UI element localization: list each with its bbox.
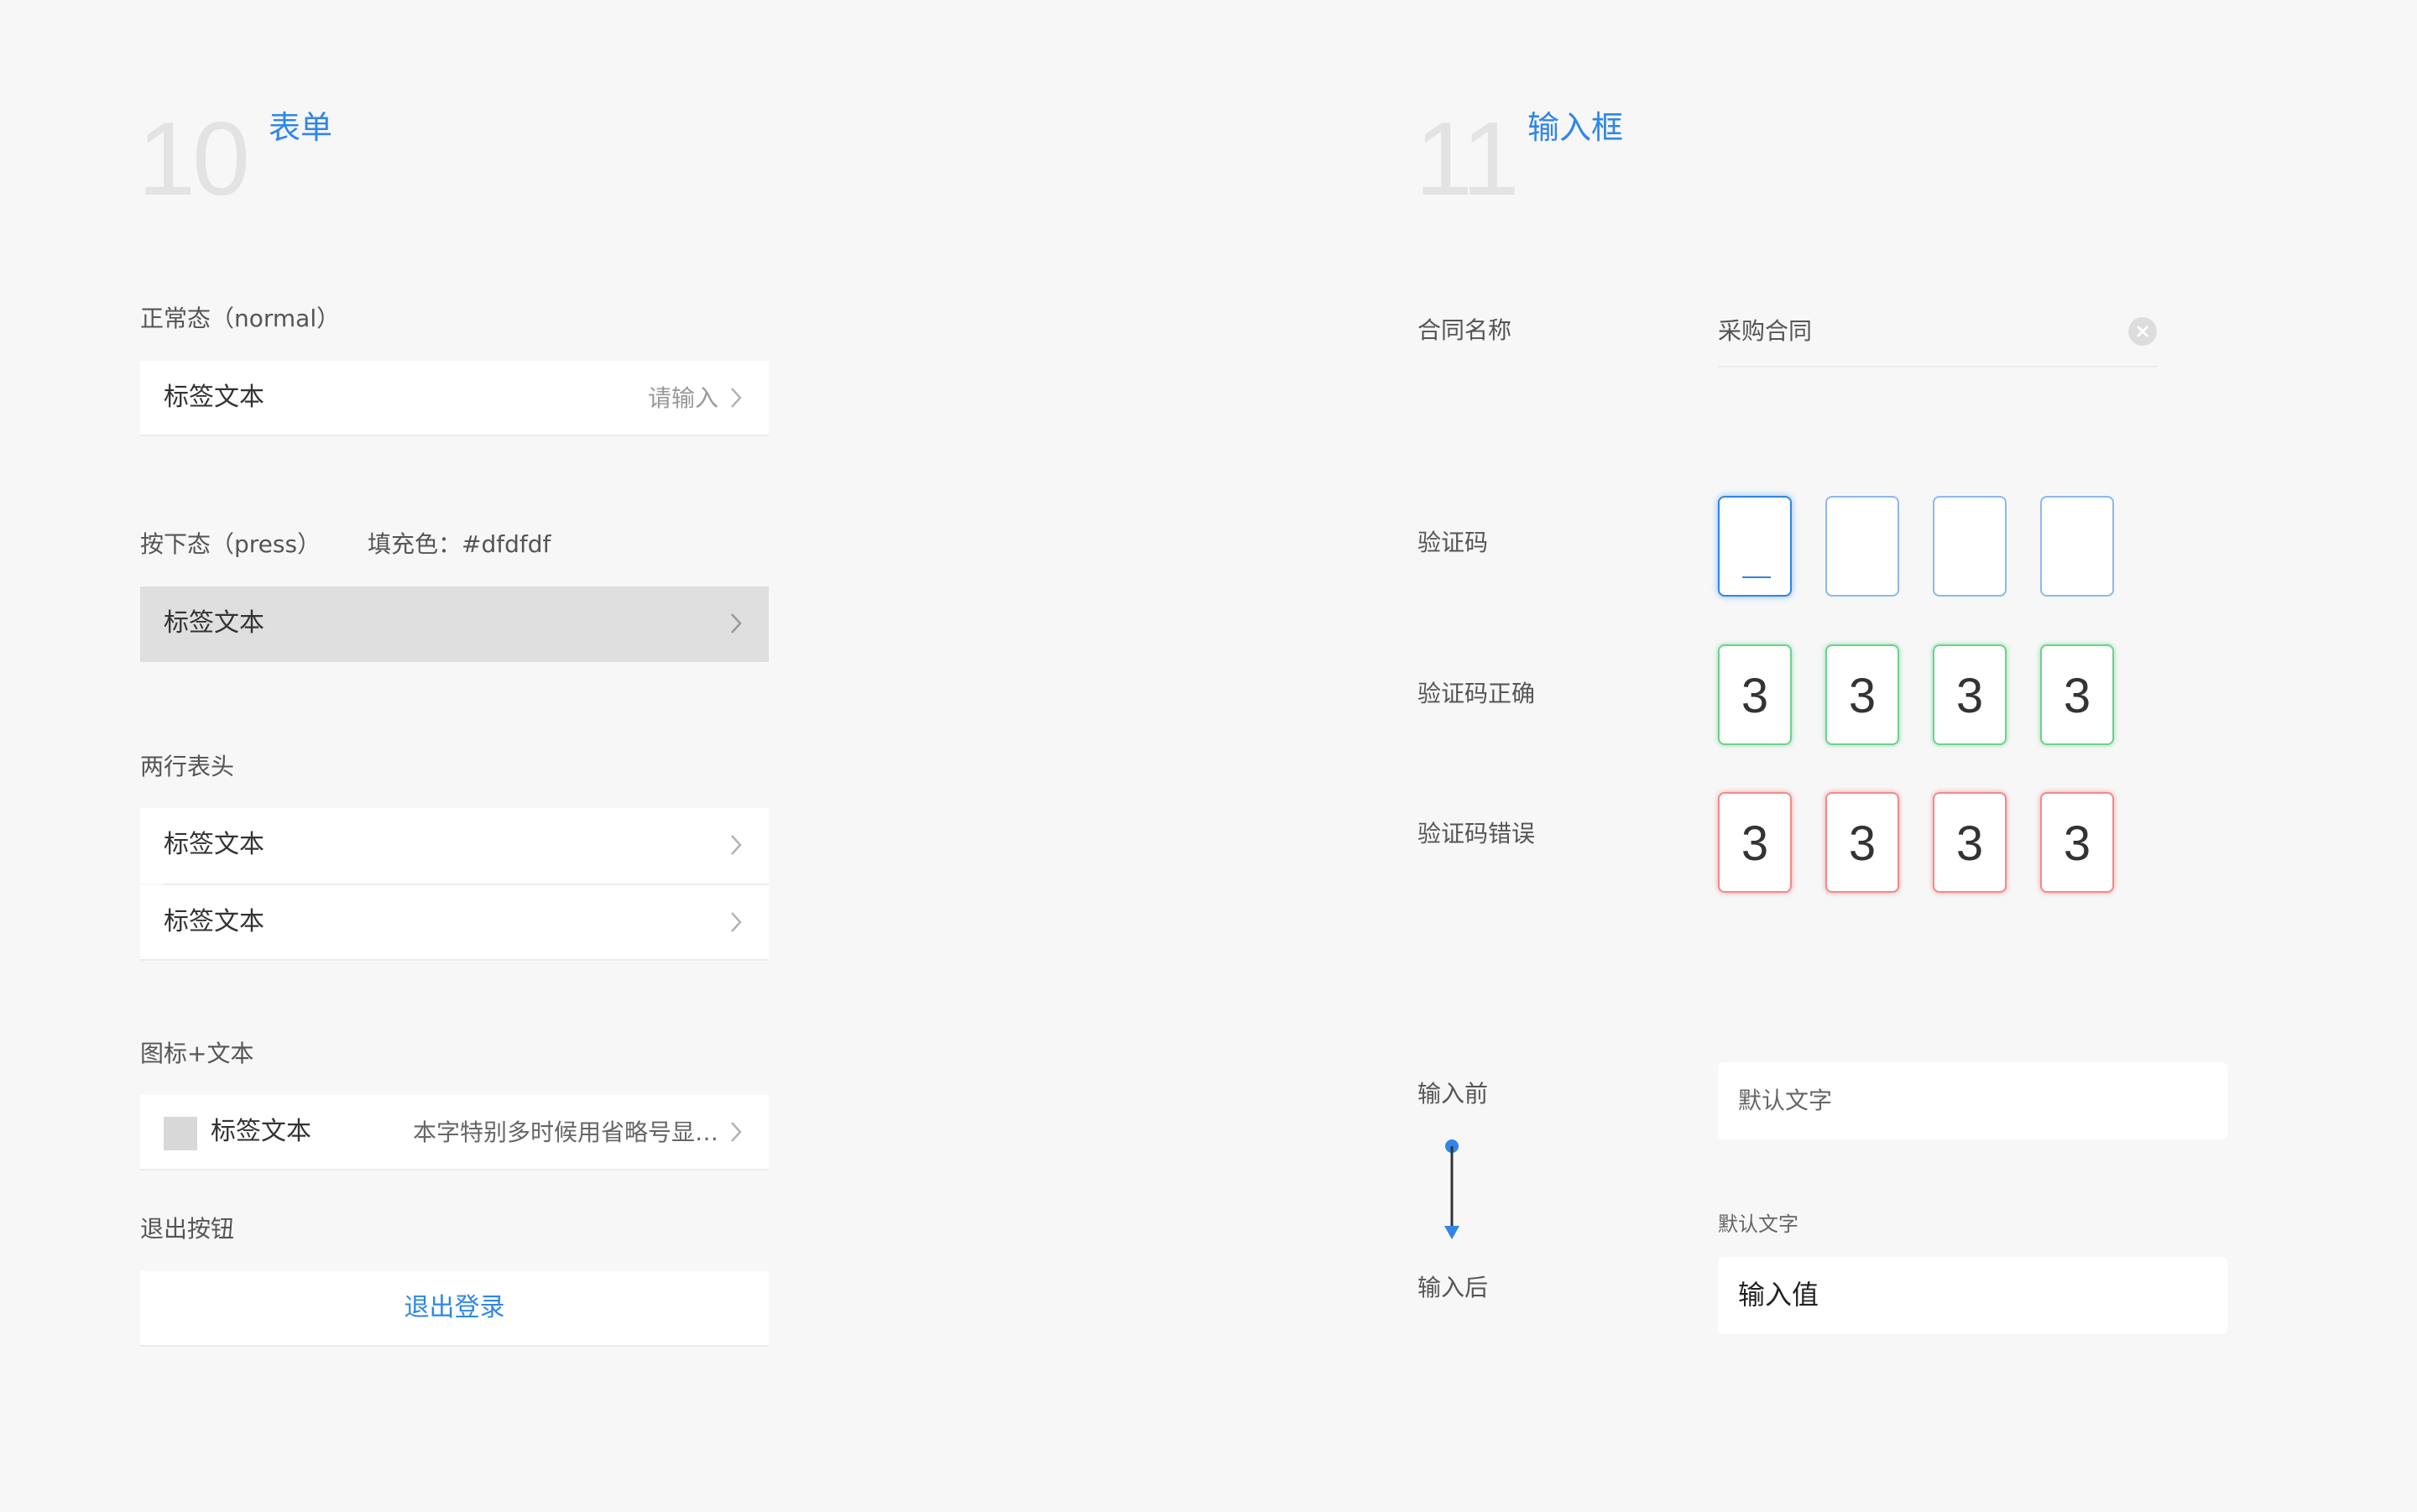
row-label: 标签文本 (164, 383, 264, 412)
row-label: 标签文本 (211, 1117, 311, 1146)
input-value: 输入值 (1738, 1279, 1819, 1311)
field-underline (1718, 366, 2158, 368)
chevron-right-icon (730, 613, 742, 634)
row-label: 标签文本 (164, 907, 264, 936)
chevron-right-icon (730, 1121, 742, 1143)
code-box-err-2[interactable]: 3 (1825, 792, 1899, 893)
code-box-ok-1[interactable]: 3 (1718, 644, 1792, 745)
code-box-3[interactable] (1933, 496, 2007, 597)
form-row-normal[interactable]: 标签文本 请输入 (140, 361, 769, 436)
form-row-pressed[interactable]: 标签文本 (140, 587, 769, 662)
code-error-label: 验证码错误 (1417, 820, 1536, 847)
row-label: 标签文本 (164, 608, 264, 638)
input-box-after[interactable]: 输入值 (1718, 1257, 2227, 1334)
section-number-form: 10 (138, 102, 250, 217)
chevron-right-icon (730, 911, 742, 933)
input-placeholder: 默认文字 (1738, 1087, 1833, 1114)
icon-text-label: 图标+文本 (140, 1040, 254, 1067)
section-title-form: 表单 (269, 109, 333, 146)
section-title-input: 输入框 (1527, 109, 1624, 146)
code-box-ok-4[interactable]: 3 (2040, 644, 2114, 745)
form-row-2[interactable]: 标签文本 (140, 885, 769, 961)
code-box-1[interactable] (1718, 496, 1792, 597)
placeholder-icon (164, 1117, 197, 1150)
code-label: 验证码 (1417, 529, 1489, 556)
clear-icon[interactable] (2127, 316, 2158, 347)
text-cursor (1742, 576, 1771, 578)
contract-name-label: 合同名称 (1417, 316, 1512, 344)
input-box-before[interactable]: 默认文字 (1718, 1062, 2227, 1139)
normal-state-label: 正常态（normal） (140, 305, 341, 332)
form-row-icon[interactable]: 标签文本 本字特别多时候用省略号显… (140, 1095, 769, 1170)
row-placeholder: 请输入 (647, 384, 718, 412)
code-box-2[interactable] (1825, 496, 1899, 597)
contract-name-value[interactable]: 采购合同 (1718, 317, 1812, 346)
logout-section-label: 退出按钮 (140, 1215, 235, 1243)
press-fill-note: 填充色：#dfdfdf (368, 530, 551, 558)
form-row-1[interactable]: 标签文本 (140, 808, 769, 884)
chevron-right-icon (730, 387, 742, 409)
after-input-label: 输入后 (1417, 1274, 1489, 1301)
code-box-err-4[interactable]: 3 (2040, 792, 2114, 893)
two-row-label: 两行表头 (140, 753, 235, 780)
before-input-label: 输入前 (1417, 1080, 1489, 1108)
logout-button[interactable]: 退出登录 (140, 1271, 769, 1347)
section-number-input: 11 (1415, 102, 1520, 217)
code-correct-label: 验证码正确 (1417, 680, 1536, 707)
transition-arrow-icon (1444, 1139, 1459, 1239)
logout-button-label: 退出登录 (404, 1293, 505, 1322)
chevron-right-icon (730, 834, 742, 856)
code-box-err-1[interactable]: 3 (1718, 792, 1792, 893)
input-float-label: 默认文字 (1718, 1212, 1798, 1236)
press-state-label: 按下态（press） (140, 530, 321, 558)
code-box-4[interactable] (2040, 496, 2114, 597)
code-box-err-3[interactable]: 3 (1933, 792, 2007, 893)
code-box-ok-2[interactable]: 3 (1825, 644, 1899, 745)
row-label: 标签文本 (164, 830, 264, 859)
code-box-ok-3[interactable]: 3 (1933, 644, 2007, 745)
row-value-truncated: 本字特别多时候用省略号显… (412, 1118, 718, 1146)
